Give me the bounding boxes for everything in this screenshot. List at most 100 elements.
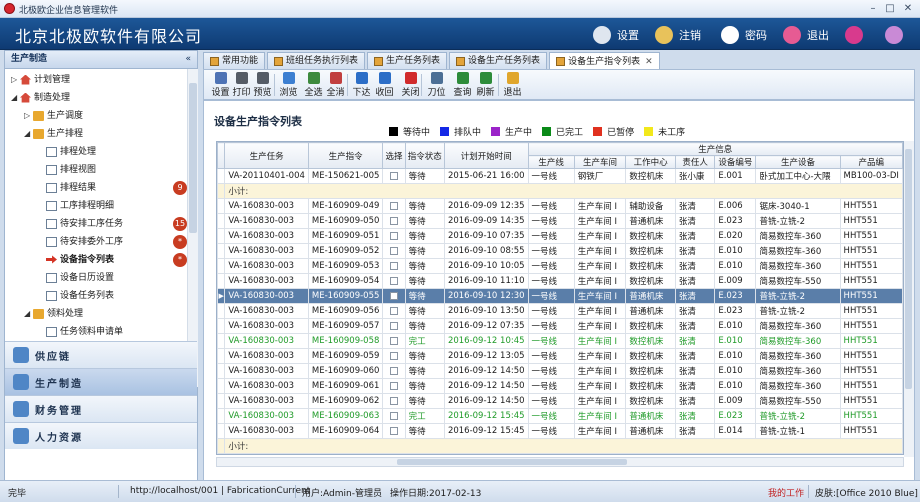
- toolbar-button-issue[interactable]: 下达: [351, 72, 372, 98]
- row-checkbox[interactable]: [390, 276, 399, 285]
- expander-icon[interactable]: ▷: [24, 107, 33, 125]
- row-checkbox[interactable]: [390, 246, 399, 255]
- select-cell[interactable]: [382, 228, 406, 244]
- column-header[interactable]: 生产指令: [307, 142, 384, 169]
- select-cell[interactable]: [382, 453, 406, 454]
- select-cell[interactable]: [382, 378, 406, 394]
- grid-hscrollbar[interactable]: [216, 457, 904, 467]
- tree-node[interactable]: ◢ 生产排程: [24, 125, 83, 143]
- select-cell[interactable]: [382, 423, 406, 439]
- select-cell[interactable]: [382, 393, 406, 409]
- column-header[interactable]: 产品编: [839, 155, 903, 169]
- row-checkbox[interactable]: [390, 231, 399, 240]
- toolbar-button-binoculars[interactable]: 查询: [452, 72, 473, 98]
- tree-node[interactable]: ◢ 制造处理: [11, 89, 70, 107]
- tab-1[interactable]: 班组任务执行列表: [267, 52, 366, 69]
- row-checkbox[interactable]: [390, 396, 399, 405]
- header-lock-button[interactable]: 注销: [655, 25, 701, 45]
- my-work-link[interactable]: 我的工作: [768, 486, 804, 499]
- table-row[interactable]: VA-20110401-004 ME-150621-005 等待 2015-06-21…: [217, 168, 903, 184]
- tree-node[interactable]: 设备日历设置: [37, 269, 114, 287]
- row-checkbox[interactable]: [390, 171, 399, 180]
- pin-icon[interactable]: «: [185, 51, 191, 68]
- tree-node[interactable]: 待安排委外工序: [37, 233, 123, 251]
- table-row[interactable]: VA-160830-003 ME-160909-057 等待 2016-09-12 0…: [217, 318, 903, 334]
- toolbar-button-settings[interactable]: 设置: [210, 72, 231, 98]
- tree-node[interactable]: 待安排工序任务: [37, 215, 123, 233]
- select-cell[interactable]: [382, 288, 406, 304]
- table-row[interactable]: VA-160830-003 ME-160909-060 等待 2016-09-12 1…: [217, 363, 903, 379]
- nav-group-chain[interactable]: 供应链: [5, 341, 197, 368]
- row-checkbox[interactable]: [390, 291, 399, 300]
- tab-0[interactable]: 常用功能: [203, 52, 266, 69]
- table-row[interactable]: VA-160830-003 ME-160909-061 等待 2016-09-12 1…: [217, 378, 903, 394]
- select-cell[interactable]: [382, 303, 406, 319]
- table-row[interactable]: VA-160830-003 ME-160909-054 等待 2016-09-10 1…: [217, 273, 903, 289]
- tree-node[interactable]: 设备指令列表: [37, 251, 114, 269]
- toolbar-button-preview[interactable]: 预览: [252, 72, 273, 98]
- status-skin[interactable]: 皮肤:[Office 2010 Blue]: [815, 486, 918, 499]
- header-theme-button[interactable]: [885, 25, 909, 45]
- close-tab-icon[interactable]: ✕: [645, 54, 653, 70]
- header-gear-button[interactable]: 设置: [593, 25, 639, 45]
- column-header[interactable]: 选择: [382, 142, 406, 169]
- tree-node[interactable]: 排程结果: [37, 179, 96, 197]
- maximize-button[interactable]: □: [883, 2, 897, 15]
- row-checkbox[interactable]: [390, 411, 399, 420]
- column-header[interactable]: 生产任务: [224, 142, 309, 169]
- tree-node[interactable]: ▷ 计划管理: [11, 71, 70, 89]
- tree-node[interactable]: 排程处理: [37, 143, 96, 161]
- row-checkbox[interactable]: [390, 201, 399, 210]
- row-checkbox[interactable]: [390, 306, 399, 315]
- row-checkbox[interactable]: [390, 366, 399, 375]
- select-cell[interactable]: [382, 318, 406, 334]
- table-row[interactable]: VA-160830-002ME-160919-001 等待2016-09-20 1…: [217, 453, 903, 454]
- toolbar-button-close[interactable]: 关闭: [400, 72, 421, 98]
- column-header[interactable]: 指令状态: [404, 142, 445, 169]
- select-cell[interactable]: [382, 198, 406, 214]
- toolbar-button-print[interactable]: 打印: [231, 72, 252, 98]
- table-row[interactable]: VA-160830-003 ME-160909-058 完工 2016-09-12 1…: [217, 333, 903, 349]
- tree-node[interactable]: ▷ 生产调度: [24, 107, 83, 125]
- select-cell[interactable]: [382, 363, 406, 379]
- tree-scrollbar[interactable]: [187, 69, 198, 387]
- tree-node[interactable]: 排程视图: [37, 161, 96, 179]
- select-cell[interactable]: [382, 213, 406, 229]
- row-checkbox[interactable]: [390, 261, 399, 270]
- tree-node[interactable]: 工序排程明细: [37, 197, 114, 215]
- row-checkbox[interactable]: [390, 381, 399, 390]
- table-row[interactable]: VA-160830-003 ME-160909-062 等待 2016-09-12 1…: [217, 393, 903, 409]
- table-row[interactable]: VA-160830-003 ME-160909-049 等待 2016-09-09 1…: [217, 198, 903, 214]
- column-header[interactable]: 生产车间: [573, 155, 627, 169]
- column-header[interactable]: 生产设备: [755, 155, 841, 169]
- column-header[interactable]: 工作中心: [625, 155, 676, 169]
- subtotal-row[interactable]: 小计:: [217, 183, 903, 199]
- subtotal-row[interactable]: 小计:: [217, 438, 903, 454]
- tab-2[interactable]: 生产任务列表: [367, 52, 448, 69]
- toolbar-button-browse[interactable]: 浏览: [278, 72, 299, 98]
- select-cell[interactable]: [382, 408, 406, 424]
- nav-group-factory[interactable]: 生产制造: [5, 368, 197, 395]
- toolbar-button-recall[interactable]: 收回: [374, 72, 395, 98]
- table-row[interactable]: VA-160830-003 ME-160909-063 完工 2016-09-12 1…: [217, 408, 903, 424]
- toolbar-button-exit[interactable]: 退出: [502, 72, 523, 98]
- header-power-button[interactable]: 退出: [783, 25, 829, 45]
- select-cell[interactable]: [382, 333, 406, 349]
- select-cell[interactable]: [382, 243, 406, 259]
- tree-node[interactable]: 设备任务列表: [37, 287, 114, 305]
- expander-icon[interactable]: ◢: [11, 89, 20, 107]
- expander-icon[interactable]: ◢: [24, 305, 33, 323]
- select-cell[interactable]: [382, 273, 406, 289]
- toolbar-button-tool[interactable]: 刀位: [426, 72, 447, 98]
- table-row[interactable]: VA-160830-003 ME-160909-051 等待 2016-09-10 0…: [217, 228, 903, 244]
- toolbar-button-select-all[interactable]: 全选: [303, 72, 324, 98]
- select-cell[interactable]: [382, 348, 406, 364]
- column-header[interactable]: 生产线: [527, 155, 575, 169]
- row-checkbox[interactable]: [390, 216, 399, 225]
- header-help-button[interactable]: [845, 25, 869, 45]
- table-row[interactable]: VA-160830-003 ME-160909-064 等待 2016-09-12 1…: [217, 423, 903, 439]
- row-checkbox[interactable]: [390, 426, 399, 435]
- table-row[interactable]: ▶ VA-160830-003 ME-160909-055 等待 2016-09-10 …: [217, 288, 903, 304]
- table-row[interactable]: VA-160830-003 ME-160909-050 等待 2016-09-09 1…: [217, 213, 903, 229]
- expander-icon[interactable]: ◢: [24, 125, 33, 143]
